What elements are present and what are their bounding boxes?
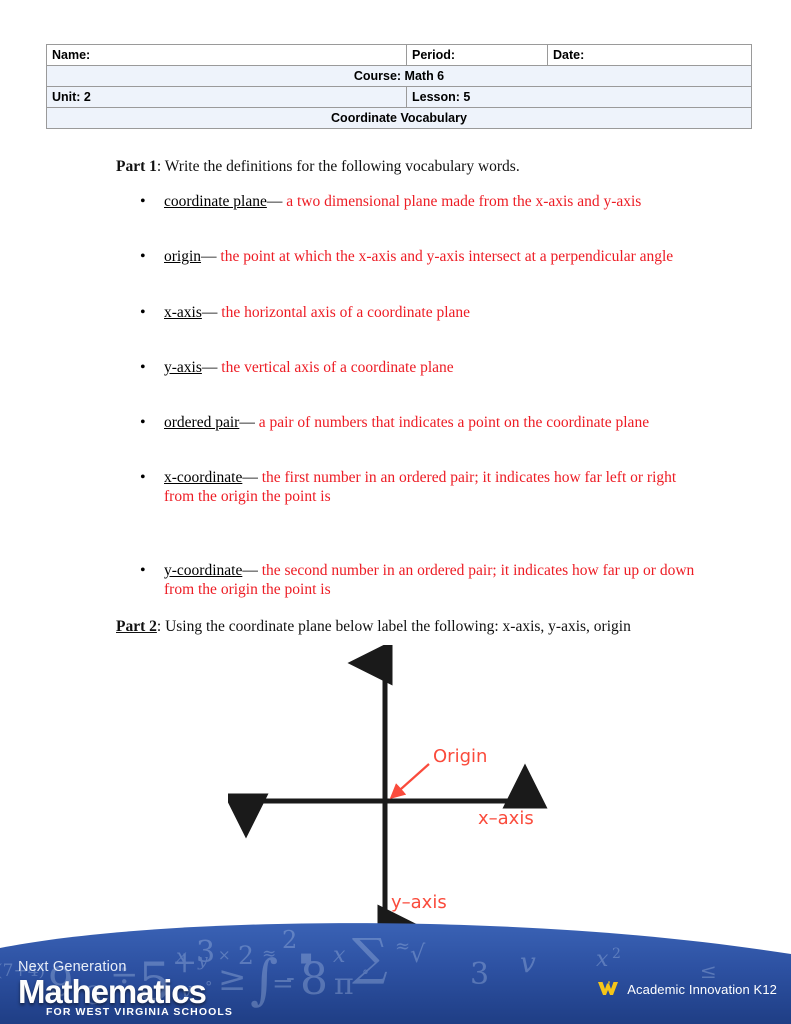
worksheet-header-table: Name: Period: Date: Course: Math 6 Unit:… (46, 44, 752, 129)
svg-text:v: v (520, 946, 536, 979)
origin-label: Origin (433, 746, 487, 767)
svg-text:5: 5 (138, 953, 171, 1013)
part-2-label: Part 2 (116, 618, 157, 635)
cell-course: Course: Math 6 (46, 65, 752, 87)
y-axis-label: y–axis (391, 892, 447, 913)
table-row-name-period-date: Name: Period: Date: (46, 44, 752, 66)
table-row-course: Course: Math 6 (46, 65, 752, 87)
origin-pointer-arrow (389, 763, 430, 800)
svg-text:∑: ∑ (352, 928, 388, 986)
flying-wv-logo-icon (598, 981, 619, 995)
vocabulary-item: • x-axis— the horizontal axis of a coordi… (116, 303, 696, 322)
coordinate-plane-diagram: Origin x–axis y–axis (228, 645, 548, 945)
vocabulary-dash: — (201, 304, 222, 321)
part-1-heading: Part 1: Write the definitions for the fo… (116, 158, 520, 176)
vocabulary-definition: the point at which the x-axis and y-axis… (220, 248, 674, 265)
svg-text:x: x (596, 947, 609, 972)
svg-text:≥: ≥ (218, 959, 247, 999)
vocabulary-term: x-axis (164, 304, 202, 321)
cell-name-label: Name: (46, 44, 407, 66)
table-row-unit-lesson: Unit: 2 Lesson: 5 (46, 86, 752, 108)
vocabulary-item: • y-coordinate— the second number in an o… (116, 561, 696, 599)
list-bullet-icon: • (140, 193, 146, 210)
vocabulary-item: • y-axis— the vertical axis of a coordina… (116, 358, 696, 377)
svg-text:°: ° (205, 978, 213, 996)
vocabulary-dash: — (201, 359, 222, 376)
part-1-label: Part 1 (116, 158, 157, 175)
vocabulary-term: y-coordinate (164, 562, 243, 579)
svg-text:8: 8 (300, 954, 328, 1005)
x-axis-label: x–axis (478, 808, 534, 829)
svg-text:3: 3 (196, 935, 215, 970)
list-bullet-icon: • (140, 359, 146, 376)
list-bullet-icon: • (140, 414, 146, 431)
academic-innovation-brand: Academic Innovation K12 (597, 980, 777, 998)
vocabulary-dash: — (266, 193, 287, 210)
table-row-title: Coordinate Vocabulary (46, 107, 752, 129)
svg-text:3: 3 (86, 981, 102, 1010)
footer-banner: x y × 2 ≈ 2 ■ x ∑ ≈ √ (7+4) 9 ° 3 ÷ 5 y … (0, 914, 791, 1024)
svg-text:÷: ÷ (110, 955, 139, 995)
cell-period-label: Period: (406, 44, 548, 66)
list-bullet-icon: • (140, 562, 146, 579)
vocabulary-definition: a pair of numbers that indicates a point… (258, 414, 650, 431)
svg-text:≈: ≈ (395, 936, 410, 957)
part-2-heading: Part 2: Using the coordinate plane below… (116, 618, 631, 636)
vocabulary-term: x-coordinate (164, 469, 243, 486)
svg-text:-: - (286, 963, 295, 993)
svg-text:+: + (172, 945, 197, 980)
list-bullet-icon: • (140, 248, 146, 265)
vocabulary-item: • x-coordinate— the first number in an or… (116, 468, 696, 506)
cell-worksheet-title: Coordinate Vocabulary (46, 107, 752, 129)
svg-text:√: √ (410, 940, 426, 968)
svg-text:(7+4): (7+4) (0, 961, 45, 981)
vocabulary-list: • coordinate plane— a two dimensional pla… (116, 192, 696, 599)
vocabulary-dash: — (201, 248, 221, 265)
brand-label: Academic Innovation K12 (627, 981, 777, 997)
vocabulary-definition: the vertical axis of a coordinate plane (221, 359, 454, 376)
vocabulary-term: origin (164, 248, 202, 265)
list-bullet-icon: • (140, 469, 146, 486)
cell-date-label: Date: (547, 44, 752, 66)
vocabulary-item: • coordinate plane— a two dimensional pla… (116, 192, 696, 211)
vocabulary-definition: the horizontal axis of a coordinate plan… (221, 304, 471, 321)
vocabulary-item: • origin— the point at which the x-axis a… (116, 247, 696, 266)
cell-unit: Unit: 2 (46, 86, 407, 108)
vocabulary-term: y-axis (164, 359, 202, 376)
cell-lesson: Lesson: 5 (406, 86, 752, 108)
svg-text:y: y (179, 977, 192, 1001)
part-2-instruction: : Using the coordinate plane below label… (156, 618, 631, 635)
svg-text:9: 9 (48, 960, 73, 1006)
vocabulary-term: coordinate plane (164, 193, 267, 210)
svg-text:x: x (333, 943, 346, 968)
vocabulary-definition: a two dimensional plane made from the x-… (286, 193, 642, 210)
vocabulary-item: • ordered pair— a pair of numbers that in… (116, 413, 696, 432)
vocabulary-dash: — (242, 562, 262, 579)
svg-text:2: 2 (612, 946, 621, 962)
list-bullet-icon: • (140, 304, 146, 321)
vocabulary-dash: — (239, 414, 259, 431)
svg-text:2: 2 (282, 926, 297, 954)
svg-text:3: 3 (470, 957, 489, 992)
svg-text:°: ° (362, 968, 369, 984)
svg-text:°: ° (76, 961, 85, 981)
part-1-instruction: : Write the definitions for the followin… (156, 158, 520, 175)
vocabulary-term: ordered pair (164, 414, 240, 431)
vocabulary-dash: — (242, 469, 262, 486)
svg-text:π: π (334, 967, 354, 1002)
